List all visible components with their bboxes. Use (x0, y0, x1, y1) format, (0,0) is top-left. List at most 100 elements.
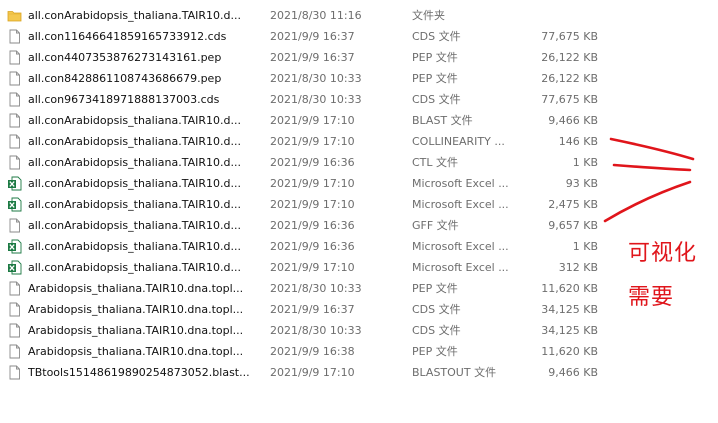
folder-icon (7, 8, 22, 23)
file-date-modified: 2021/8/30 11:16 (270, 9, 362, 22)
file-name: Arabidopsis_thaliana.TAIR10.dna.topl... (28, 282, 244, 295)
file-type: CDS 文件 (412, 30, 461, 43)
file-name: all.con8428861108743686679.pep (28, 72, 222, 85)
file-type: GFF 文件 (412, 219, 459, 232)
file-size: 26,122 KB (541, 51, 598, 64)
annotation-line-2: 需要 (628, 285, 675, 310)
file-row[interactable]: Arabidopsis_thaliana.TAIR10.dna.topl... 2… (0, 341, 610, 362)
file-type: Microsoft Excel ... (412, 177, 509, 190)
file-row[interactable]: all.conArabidopsis_thaliana.TAIR10.d... 2… (0, 236, 610, 257)
file-row[interactable]: all.con1164664185916573391​2.cds 2021/9/9… (0, 26, 610, 47)
file-type: CDS 文件 (412, 93, 461, 106)
excel-icon (7, 197, 22, 212)
file-name: Arabidopsis_thaliana.TAIR10.dna.topl... (28, 324, 244, 337)
file-row[interactable]: TBtools15148619890254873052.blast... 2021… (0, 362, 610, 383)
file-row[interactable]: Arabidopsis_thaliana.TAIR10.dna.topl... 2… (0, 299, 610, 320)
file-name: all.con1164664185916573391​2.cds (28, 30, 227, 43)
file-name: Arabidopsis_thaliana.TAIR10.dna.topl... (28, 303, 244, 316)
file-size: 312 KB (558, 261, 598, 274)
file-name: all.conArabidopsis_thaliana.TAIR10.d... (28, 156, 241, 169)
file-row[interactable]: all.conArabidopsis_thaliana.TAIR10.d... 2… (0, 152, 610, 173)
red-stroke-upper (609, 137, 695, 161)
file-size: 9,657 KB (548, 219, 598, 232)
file-type: PEP 文件 (412, 282, 458, 295)
file-icon (7, 71, 22, 86)
excel-icon (7, 239, 22, 254)
file-type: CDS 文件 (412, 303, 461, 316)
file-row[interactable]: all.con8428861108743686679.pep 2021/8/30 … (0, 68, 610, 89)
file-date-modified: 2021/9/9 17:10 (270, 135, 355, 148)
file-date-modified: 2021/9/9 17:10 (270, 198, 355, 211)
file-icon (7, 155, 22, 170)
file-date-modified: 2021/9/9 16:37 (270, 51, 355, 64)
file-icon (7, 50, 22, 65)
red-stroke-middle (612, 163, 692, 172)
file-row[interactable]: all.con4407353876273143161.pep 2021/9/9 1… (0, 47, 610, 68)
file-size (520, 5, 598, 26)
file-list: all.conArabidopsis_thaliana.TAIR10.d... 2… (0, 5, 610, 383)
file-type: BLAST 文件 (412, 114, 473, 127)
file-row[interactable]: all.conArabidopsis_thaliana.TAIR10.d... 2… (0, 5, 610, 26)
file-size: 93 KB (565, 177, 598, 190)
file-name: Arabidopsis_thaliana.TAIR10.dna.topl... (28, 345, 244, 358)
file-date-modified: 2021/9/9 17:10 (270, 366, 355, 379)
file-icon (7, 302, 22, 317)
file-icon (7, 218, 22, 233)
file-name: all.conArabidopsis_thaliana.TAIR10.d... (28, 198, 241, 211)
file-name: all.conArabidopsis_thaliana.TAIR10.d... (28, 240, 241, 253)
file-type: Microsoft Excel ... (412, 240, 509, 253)
file-name: all.conArabidopsis_thaliana.TAIR10.d... (28, 135, 241, 148)
file-date-modified: 2021/9/9 17:10 (270, 114, 355, 127)
file-date-modified: 2021/8/30 10:33 (270, 324, 362, 337)
file-date-modified: 2021/9/9 17:10 (270, 177, 355, 190)
file-size: 34,125 KB (541, 324, 598, 337)
file-size: 9,466 KB (548, 366, 598, 379)
file-icon (7, 323, 22, 338)
excel-icon (7, 260, 22, 275)
file-size: 26,122 KB (541, 72, 598, 85)
file-row[interactable]: all.conArabidopsis_thaliana.TAIR10.d... 2… (0, 194, 610, 215)
file-size: 34,125 KB (541, 303, 598, 316)
file-date-modified: 2021/8/30 10:33 (270, 282, 362, 295)
file-row[interactable]: all.conArabidopsis_thaliana.TAIR10.d... 2… (0, 110, 610, 131)
file-icon (7, 344, 22, 359)
file-row[interactable]: all.conArabidopsis_thaliana.TAIR10.d... 2… (0, 131, 610, 152)
file-icon (7, 281, 22, 296)
excel-icon (7, 176, 22, 191)
file-date-modified: 2021/9/9 16:36 (270, 219, 355, 232)
file-icon (7, 29, 22, 44)
file-type: PEP 文件 (412, 72, 458, 85)
file-size: 77,675 KB (541, 93, 598, 106)
file-name: all.conArabidopsis_thaliana.TAIR10.d... (28, 177, 241, 190)
file-type: BLASTOUT 文件 (412, 366, 497, 379)
file-date-modified: 2021/9/9 16:36 (270, 240, 355, 253)
file-size: 146 KB (558, 135, 598, 148)
file-type: PEP 文件 (412, 345, 458, 358)
file-name: all.con4407353876273143161.pep (28, 51, 222, 64)
file-icon (7, 92, 22, 107)
file-type: CTL 文件 (412, 156, 459, 169)
file-name: all.conArabidopsis_thaliana.TAIR10.d... (28, 219, 241, 232)
file-name: TBtools15148619890254873052.blast... (28, 366, 250, 379)
file-row[interactable]: Arabidopsis_thaliana.TAIR10.dna.topl... 2… (0, 278, 610, 299)
red-stroke-lower (603, 180, 692, 223)
file-icon (7, 134, 22, 149)
file-row[interactable]: all.con9673418971888137003.cds 2021/8/30 … (0, 89, 610, 110)
file-name: all.con9673418971888137003.cds (28, 93, 220, 106)
file-icon (7, 113, 22, 128)
file-name: all.conArabidopsis_thaliana.TAIR10.d... (28, 261, 241, 274)
file-row[interactable]: all.conArabidopsis_thaliana.TAIR10.d... 2… (0, 257, 610, 278)
file-date-modified: 2021/8/30 10:33 (270, 93, 362, 106)
file-row[interactable]: Arabidopsis_thaliana.TAIR10.dna.topl... 2… (0, 320, 610, 341)
file-type: COLLINEARITY ... (412, 135, 505, 148)
annotation-line-1: 可视化 (628, 241, 698, 266)
file-date-modified: 2021/8/30 10:33 (270, 72, 362, 85)
file-date-modified: 2021/9/9 16:38 (270, 345, 355, 358)
file-row[interactable]: all.conArabidopsis_thaliana.TAIR10.d... 2… (0, 173, 610, 194)
file-size: 2,475 KB (548, 198, 598, 211)
file-size: 11,620 KB (541, 282, 598, 295)
file-date-modified: 2021/9/9 16:37 (270, 303, 355, 316)
file-size: 9,466 KB (548, 114, 598, 127)
file-row[interactable]: all.conArabidopsis_thaliana.TAIR10.d... 2… (0, 215, 610, 236)
file-name: all.conArabidopsis_thaliana.TAIR10.d... (28, 114, 241, 127)
